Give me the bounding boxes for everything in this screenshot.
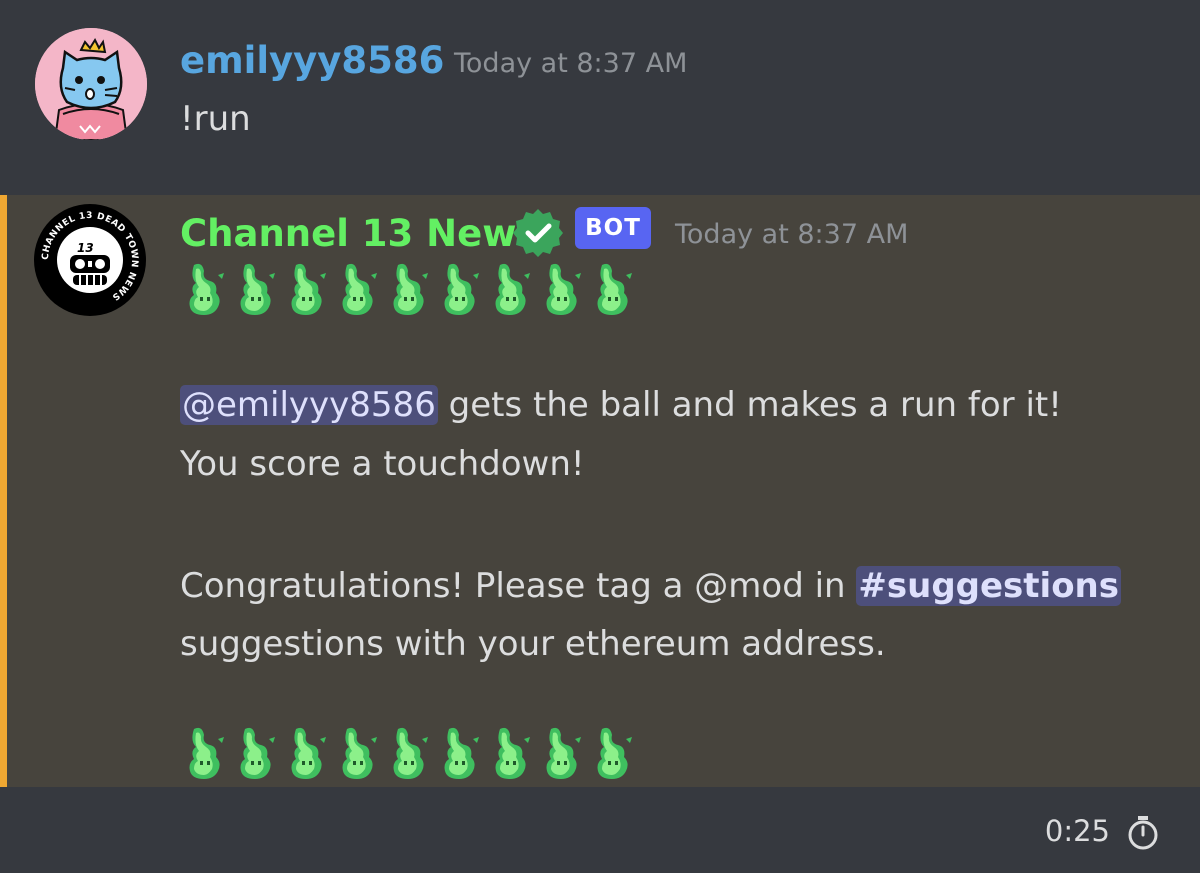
green-flame-ghost-emoji: [597, 263, 632, 315]
message-bot-highlighted: CHANNEL 13 DEAD TOWN NEWS 13 Channel 13 …: [0, 195, 1200, 787]
green-flame-ghost-emoji: [495, 263, 530, 315]
cat-avatar-icon: [35, 28, 147, 140]
author-name[interactable]: emilyyy8586: [180, 36, 444, 86]
channel-13-logo-icon: CHANNEL 13 DEAD TOWN NEWS 13: [34, 204, 146, 316]
green-flame-ghost-emoji: [240, 727, 275, 779]
author-name-text[interactable]: emilyyy8586: [180, 39, 444, 82]
message-line: @emilyyy8586 gets the ball and makes a r…: [180, 376, 1062, 434]
green-flame-ghost-emoji: [240, 263, 275, 315]
green-flame-ghost-emoji: [393, 727, 428, 779]
message-text: Congratulations! Please tag a @mod in: [180, 566, 857, 606]
stopwatch-icon[interactable]: [1126, 815, 1160, 851]
green-flame-ghost-emoji: [291, 263, 326, 315]
bot-author-name[interactable]: Channel 13 News: [180, 211, 538, 257]
verified-bot-icon: [513, 209, 563, 257]
green-flame-ghost-emoji: [495, 727, 530, 779]
bottom-bar: 0:25: [0, 787, 1200, 873]
user-avatar[interactable]: [35, 28, 147, 140]
message-timestamp: Today at 8:37 AM: [454, 48, 688, 79]
message-text: gets the ball and makes a run for it!: [437, 385, 1062, 425]
green-flame-ghost-emoji: [189, 727, 224, 779]
logo-number: 13: [77, 241, 94, 255]
message-user: emilyyy8586 Today at 8:37 AM !run: [0, 0, 1200, 195]
green-flame-ghost-emoji: [597, 727, 632, 779]
timer-value: 0:25: [1044, 814, 1110, 848]
green-flame-ghost-emoji: [444, 263, 479, 315]
green-flame-ghost-emoji: [189, 263, 224, 315]
message-timestamp: Today at 8:37 AM: [675, 219, 909, 250]
message-line: Congratulations! Please tag a @mod in #s…: [180, 557, 1122, 615]
emoji-row-bottom: [180, 723, 639, 785]
user-mention[interactable]: @emilyyy8586: [180, 385, 438, 425]
green-flame-ghost-emoji: [342, 263, 377, 315]
message-line: You score a touchdown!: [180, 444, 585, 484]
emoji-row-top: [180, 259, 639, 321]
message-content: !run: [180, 99, 251, 139]
green-flame-ghost-emoji: [342, 727, 377, 779]
green-flame-ghost-emoji: [546, 727, 581, 779]
green-flame-ghost-emoji: [444, 727, 479, 779]
bot-avatar[interactable]: CHANNEL 13 DEAD TOWN NEWS 13: [33, 203, 147, 317]
bot-badge: BOT: [575, 207, 651, 249]
green-flame-ghost-emoji: [291, 727, 326, 779]
channel-link[interactable]: #suggestions: [856, 566, 1122, 606]
green-flame-ghost-emoji: [393, 263, 428, 315]
green-flame-ghost-emoji: [546, 263, 581, 315]
message-line: suggestions with your ethereum address.: [180, 624, 886, 664]
mention-highlight-bar: [0, 195, 7, 787]
